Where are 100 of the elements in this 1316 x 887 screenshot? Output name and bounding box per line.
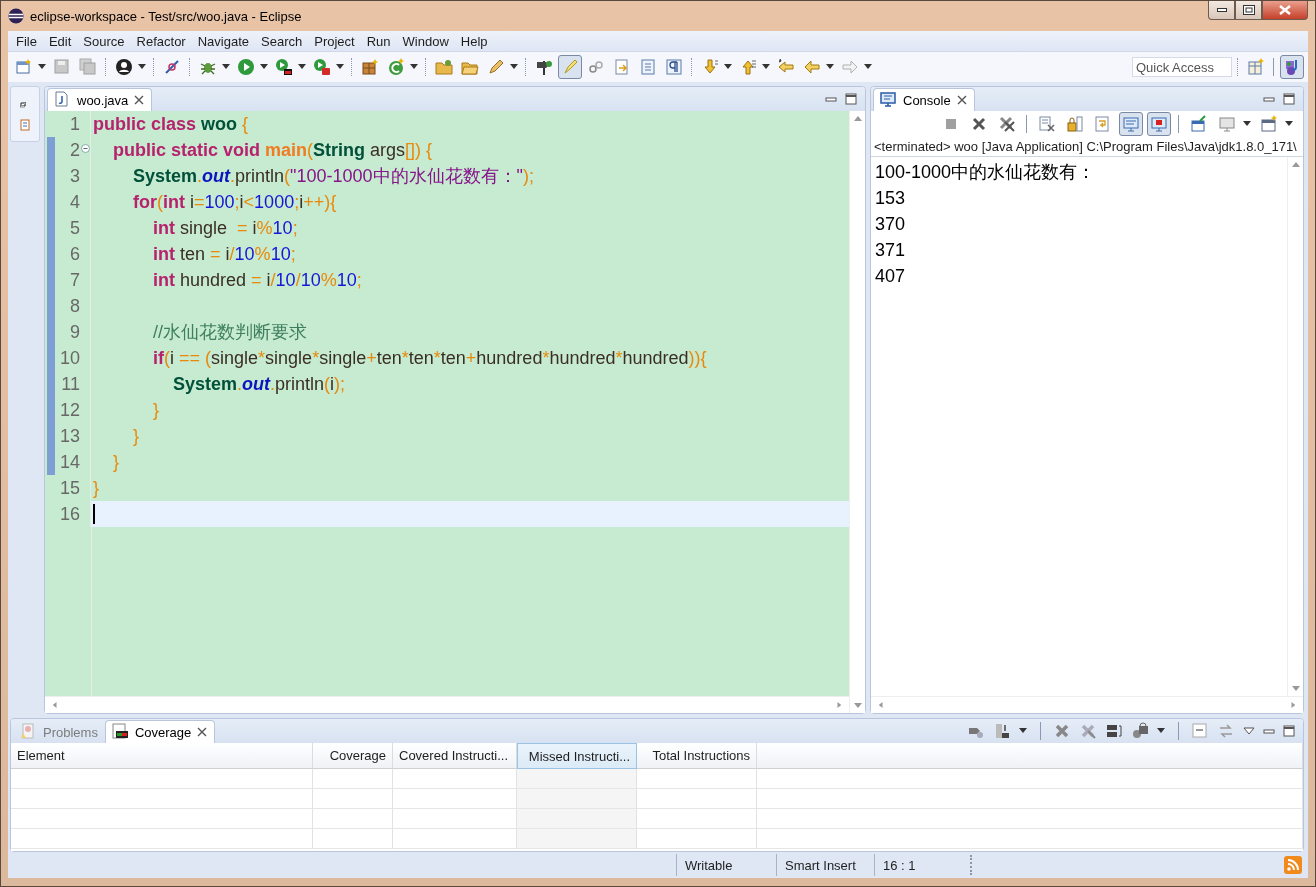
toggle-button[interactable] bbox=[1280, 55, 1304, 79]
menu-item[interactable]: Source bbox=[77, 33, 131, 49]
remove-icon[interactable] bbox=[1053, 722, 1071, 740]
dropdown-caret-icon[interactable] bbox=[1243, 121, 1251, 127]
toggle-button[interactable] bbox=[1147, 112, 1171, 136]
scroll-up-icon[interactable] bbox=[1291, 161, 1300, 167]
menu-item[interactable]: Search bbox=[255, 33, 309, 49]
clear-console-icon[interactable] bbox=[1038, 115, 1056, 133]
line-number: 14 bbox=[59, 452, 80, 472]
minimize-button[interactable] bbox=[1208, 1, 1235, 20]
menu-item[interactable]: Help bbox=[454, 33, 494, 49]
dropdown-caret-icon[interactable] bbox=[510, 64, 518, 70]
tab-close-icon[interactable] bbox=[133, 94, 146, 106]
dropdown-caret-icon[interactable] bbox=[1285, 121, 1293, 127]
tab[interactable]: Console bbox=[873, 88, 975, 111]
tab-close-icon[interactable] bbox=[196, 726, 209, 738]
lock-icon[interactable] bbox=[1066, 115, 1084, 133]
back-icon[interactable] bbox=[803, 58, 821, 76]
merge-icon[interactable] bbox=[1105, 722, 1123, 740]
dropdown-caret-icon[interactable] bbox=[826, 64, 834, 70]
maximize-icon[interactable] bbox=[845, 93, 857, 105]
tab[interactable]: woo.java bbox=[47, 88, 153, 111]
scroll-down-icon[interactable] bbox=[853, 703, 862, 709]
word-wrap-icon[interactable] bbox=[1094, 115, 1112, 133]
scroll-left-icon[interactable] bbox=[51, 702, 59, 708]
new-window-icon[interactable] bbox=[15, 58, 33, 76]
dropdown-caret-icon[interactable] bbox=[864, 64, 872, 70]
dropdown-caret-icon[interactable] bbox=[260, 64, 268, 70]
menu-item[interactable]: Edit bbox=[42, 33, 78, 49]
run-coverage-icon[interactable] bbox=[275, 58, 293, 76]
vertical-scrollbar[interactable] bbox=[1287, 157, 1303, 696]
gears-icon[interactable] bbox=[1131, 722, 1149, 740]
folder-icon[interactable] bbox=[435, 58, 453, 76]
person-icon[interactable] bbox=[115, 58, 133, 76]
maximize-icon[interactable] bbox=[1283, 725, 1295, 737]
menu-item[interactable]: Window bbox=[396, 33, 455, 49]
dropdown-caret-icon[interactable] bbox=[762, 64, 770, 70]
column-header[interactable]: Coverage bbox=[313, 743, 393, 769]
maximize-button[interactable] bbox=[1235, 1, 1262, 20]
arrow-down-icon[interactable] bbox=[701, 58, 719, 76]
maximize-icon[interactable] bbox=[1283, 93, 1295, 105]
pilcrow-icon[interactable] bbox=[665, 58, 683, 76]
pin-console-icon[interactable] bbox=[1190, 115, 1208, 133]
quick-access-field[interactable]: Quick Access bbox=[1132, 57, 1232, 77]
scroll-left-icon[interactable] bbox=[877, 702, 885, 708]
link-icon[interactable] bbox=[1217, 722, 1235, 740]
toggle-button[interactable] bbox=[558, 55, 582, 79]
outline-icon[interactable] bbox=[19, 119, 31, 131]
run-tool-icon[interactable] bbox=[313, 58, 331, 76]
play-icon[interactable] bbox=[237, 58, 255, 76]
scroll-right-icon[interactable] bbox=[1289, 702, 1297, 708]
tab-close-icon[interactable] bbox=[955, 94, 968, 106]
package-icon[interactable] bbox=[361, 58, 379, 76]
column-header[interactable]: Element bbox=[11, 743, 313, 769]
dropdown-caret-icon[interactable] bbox=[1019, 728, 1027, 734]
fold-icon[interactable] bbox=[81, 144, 90, 153]
horizontal-scrollbar[interactable] bbox=[871, 696, 1303, 713]
menu-item[interactable]: File bbox=[10, 33, 43, 49]
tab[interactable]: Problems bbox=[13, 720, 105, 743]
scroll-up-icon[interactable] bbox=[853, 115, 862, 121]
arrow-up-icon[interactable] bbox=[739, 58, 757, 76]
remove-all-icon[interactable] bbox=[1079, 722, 1097, 740]
close-icon[interactable] bbox=[970, 115, 988, 133]
view-menu-icon[interactable] bbox=[1243, 725, 1255, 737]
dropdown-caret-icon[interactable] bbox=[298, 64, 306, 70]
class-icon[interactable] bbox=[387, 58, 405, 76]
pen-icon[interactable] bbox=[487, 58, 505, 76]
new-console-icon[interactable] bbox=[1260, 115, 1278, 133]
column-header[interactable]: Covered Instructi... bbox=[393, 743, 517, 769]
tab[interactable]: Coverage bbox=[104, 720, 216, 743]
close-button[interactable] bbox=[1262, 1, 1308, 20]
signpost-icon[interactable] bbox=[535, 58, 553, 76]
pin-icon[interactable] bbox=[163, 58, 181, 76]
dropdown-caret-icon[interactable] bbox=[724, 64, 732, 70]
dropdown-caret-icon[interactable] bbox=[336, 64, 344, 70]
display-console-icon[interactable] bbox=[1218, 115, 1236, 133]
scroll-down-icon[interactable] bbox=[1291, 686, 1300, 692]
vertical-scrollbar[interactable] bbox=[849, 111, 865, 713]
dropdown-caret-icon[interactable] bbox=[138, 64, 146, 70]
code-line: System.out.println("100-1000中的水仙花数有："); bbox=[132, 165, 534, 188]
toggle-button[interactable] bbox=[1119, 112, 1143, 136]
dropdown-caret-icon[interactable] bbox=[1157, 728, 1165, 734]
column-header[interactable]: Total Instructions bbox=[637, 743, 757, 769]
import-icon[interactable] bbox=[993, 722, 1011, 740]
perspective-icon[interactable] bbox=[1247, 58, 1265, 76]
collapse-icon[interactable] bbox=[1191, 722, 1209, 740]
dropdown-caret-icon[interactable] bbox=[222, 64, 230, 70]
horizontal-scrollbar[interactable] bbox=[45, 696, 849, 713]
close-all-icon[interactable] bbox=[998, 115, 1016, 133]
back-edit-icon[interactable] bbox=[777, 58, 795, 76]
column-header[interactable]: Missed Instructi... bbox=[517, 743, 637, 769]
menu-item[interactable]: Project bbox=[308, 33, 361, 49]
dropdown-caret-icon[interactable] bbox=[410, 64, 418, 70]
menu-item[interactable]: Navigate bbox=[191, 33, 255, 49]
dropdown-caret-icon[interactable] bbox=[38, 64, 46, 70]
chain-icon[interactable] bbox=[587, 58, 605, 76]
menu-item[interactable]: Run bbox=[360, 33, 397, 49]
scroll-right-icon[interactable] bbox=[835, 702, 843, 708]
rss-feed-icon[interactable] bbox=[1284, 856, 1302, 874]
menu-item[interactable]: Refactor bbox=[130, 33, 192, 49]
